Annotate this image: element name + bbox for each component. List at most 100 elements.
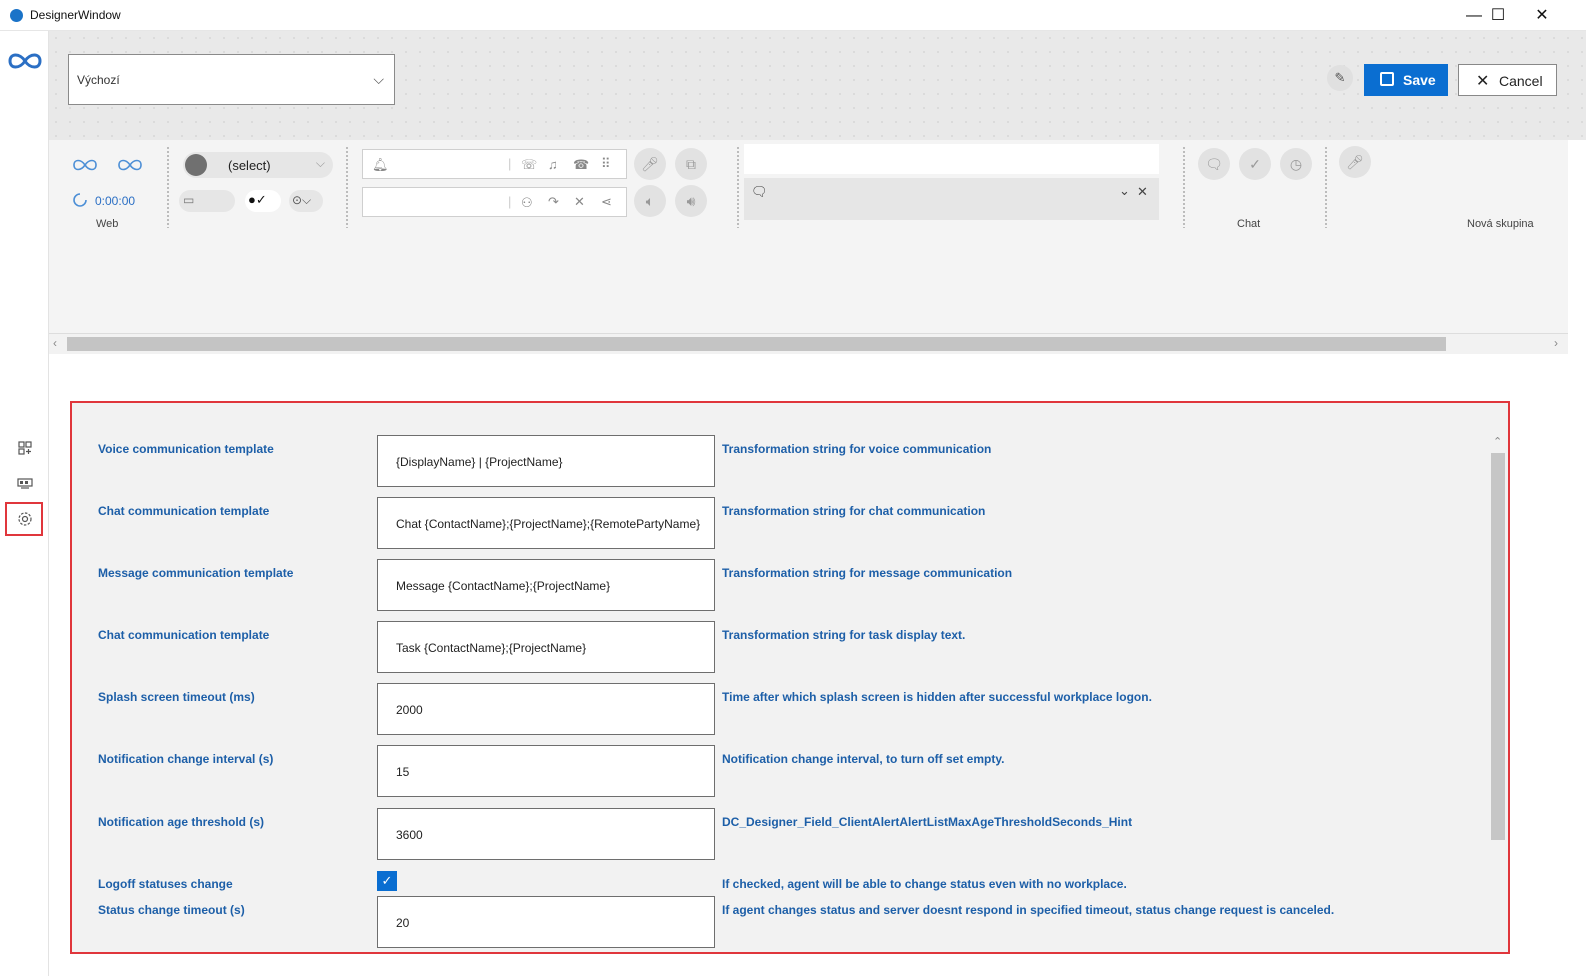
separator: | [508,156,512,171]
setting-hint: Transformation string for task display t… [722,628,966,642]
settings-panel: Voice communication template {DisplayNam… [70,401,1510,954]
title-bar: DesignerWindow — ☐ ✕ [0,0,1586,31]
redo-icon[interactable]: ↷ [548,194,559,210]
group-divider [345,146,349,228]
chat-bubble-icon[interactable]: 🗨︎ [1198,148,1230,180]
layout-select[interactable]: Výchozí ⌵ [68,54,395,105]
chat-group-label: Chat [1237,218,1261,230]
cancel-button[interactable]: ✕ Cancel [1458,64,1557,96]
setting-hint: Time after which splash screen is hidden… [722,690,1152,704]
chat-history-icon[interactable]: ◷ [1280,148,1312,180]
computer-icon: ▭ [183,193,195,207]
save-label: Save [1403,72,1436,88]
phone-transfer-icon[interactable]: ☏ [521,157,537,173]
avatar [185,154,207,176]
close-icon[interactable]: ✕ [1137,184,1148,200]
horizontal-scrollbar[interactable]: ‹ › [49,334,1568,354]
setting-label: Notification age threshold (s) [98,815,265,829]
scrollbar-thumb[interactable] [67,337,1446,351]
mic-icon[interactable]: 🎤︎ [634,148,666,180]
volume-low-icon[interactable]: 🔈︎ [634,185,666,217]
setting-label: Splash screen timeout (ms) [98,690,255,704]
status-select-value: (select) [228,158,271,173]
setting-input[interactable]: 15 [377,745,715,797]
spinner-icon [73,193,87,207]
pause-circle-icon: ⊙⌵ [292,193,312,207]
layout-select-value: Výchozí [77,73,120,87]
timer-text: 0:00:00 [95,194,136,208]
comment-icon: 🗨︎ [751,184,768,199]
device-select[interactable]: ▭ [179,190,235,212]
setting-label: Notification change interval (s) [98,752,274,766]
group-divider [166,146,170,228]
status-timeout-input[interactable]: 20 [377,896,715,948]
notification-panel: 🗨︎ ⌄ ✕ [744,178,1159,220]
close-icon: ✕ [1476,73,1490,90]
infinity-alt-icon[interactable] [116,157,144,173]
setting-label: Voice communication template [98,442,274,456]
logoff-hint: If checked, agent will be able to change… [722,877,1127,891]
toolbar-preview: 0:00:00 Web (select) ⌵ ▭ ●✓ ⊙⌵ 🔔︎ | ☏ ♫ … [49,140,1568,334]
status-timeout-hint: If agent changes status and server doesn… [722,903,1335,917]
web-group-label: Web [96,218,119,230]
setting-input[interactable]: 3600 [377,808,715,860]
setting-input[interactable]: Chat {ContactName};{ProjectName};{Remote… [377,497,715,549]
setting-hint: Transformation string for message commun… [722,566,1013,580]
notification-field[interactable] [744,144,1159,174]
check-icon[interactable]: ✓ [1239,148,1271,180]
close-window-button[interactable]: ✕ [1520,0,1564,31]
logoff-label: Logoff statuses change [98,877,233,891]
setting-input-value: Chat {ContactName};{ProjectName};{Remote… [396,517,701,531]
maximize-button[interactable]: ☐ [1476,0,1520,31]
setting-hint: Transformation string for voice communic… [722,442,992,456]
pause-select[interactable]: ⊙⌵ [289,190,323,212]
new-group-label: Nová skupina [1467,218,1534,230]
scroll-up-icon[interactable]: ⌃ [1493,435,1502,448]
save-button[interactable]: Save [1364,64,1448,96]
scrollbar-thumb[interactable] [1491,453,1505,840]
dialpad-icon[interactable]: ⠿ [601,156,611,172]
setting-label: Message communication template [98,566,294,580]
status-timeout-label: Status change timeout (s) [98,903,245,917]
group-divider [736,146,740,228]
edit-icon[interactable]: ✎ [1327,65,1353,91]
close-icon[interactable]: ✕ [574,194,585,210]
setting-input[interactable]: {DisplayName} | {ProjectName} [377,435,715,487]
setting-input[interactable]: Message {ContactName};{ProjectName} [377,559,715,611]
window-transfer-icon[interactable]: ⧉ [675,148,707,180]
music-note-icon[interactable]: ♫ [548,157,558,172]
cancel-label: Cancel [1499,73,1543,89]
layout-grid-icon[interactable] [14,437,36,459]
scroll-right-icon[interactable]: › [1554,336,1558,350]
share-icon[interactable]: ⋖ [601,194,612,210]
vertical-scrollbar[interactable]: ⌃ [1490,433,1506,953]
ready-select[interactable]: ●✓ [245,190,281,212]
call-field-bottom[interactable]: | ⚇ ↷ ✕ ⋖ [362,187,627,217]
settings-highlight [5,502,43,536]
infinity-icon[interactable] [71,157,99,173]
microphone-icon[interactable]: 🎤︎ [1339,146,1371,178]
logo-infinity-icon [8,53,42,69]
scroll-left-icon[interactable]: ‹ [53,336,57,350]
setting-input-value: Message {ContactName};{ProjectName} [396,579,611,593]
add-person-icon[interactable]: ⚇ [521,195,533,211]
setting-input[interactable]: 2000 [377,683,715,735]
chevron-down-icon: ⌵ [315,156,325,170]
call-field-top[interactable]: 🔔︎ | ☏ ♫ ☎ ⠿ [362,149,627,179]
hangup-icon[interactable]: ☎ [573,157,589,173]
logoff-checkbox[interactable]: ✓ [377,871,397,891]
status-select[interactable]: (select) ⌵ [183,152,333,178]
group-divider [1324,146,1328,228]
collapse-icon[interactable]: ⌄ [1119,183,1130,199]
bell-icon: 🔔︎ [372,157,389,172]
separator: | [508,194,512,209]
setting-input[interactable]: Task {ContactName};{ProjectName} [377,621,715,673]
setting-input-value: {DisplayName} | {ProjectName} [396,455,563,469]
toolbar-components-icon[interactable] [14,473,36,495]
setting-input-value: Task {ContactName};{ProjectName} [396,641,587,655]
status-timeout-value: 20 [396,916,410,930]
app-icon [10,9,23,22]
setting-hint: DC_Designer_Field_ClientAlertAlertListMa… [722,815,1133,829]
volume-high-icon[interactable]: 🔊︎ [675,185,707,217]
chevron-down-icon: ⌵ [373,71,384,87]
